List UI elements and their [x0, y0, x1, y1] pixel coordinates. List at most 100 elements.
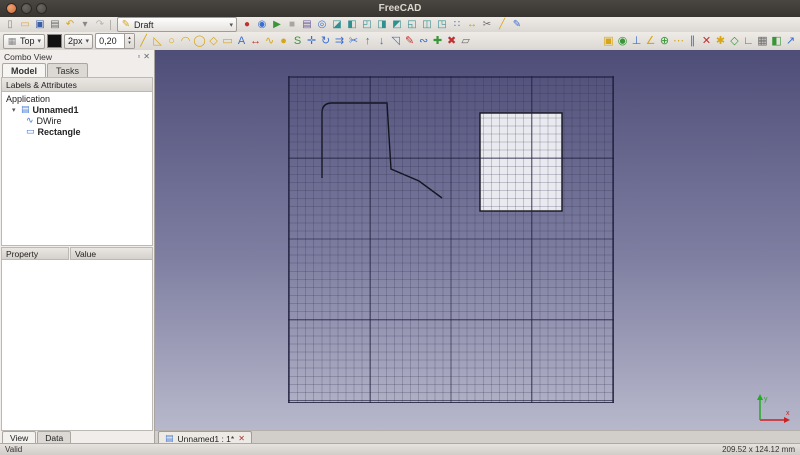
draft-delete-point-icon[interactable]: ✖ [445, 34, 458, 49]
draft-scale-icon[interactable]: ◹ [389, 34, 402, 49]
workbench-selector-label: Draft [134, 20, 226, 30]
draft-circle-icon[interactable]: ○ [165, 34, 178, 49]
property-column-header[interactable]: Property [1, 247, 69, 260]
draft-text-icon[interactable]: A [235, 34, 248, 49]
rectangle-shape[interactable] [480, 113, 562, 211]
window-minimize-button[interactable] [21, 3, 32, 14]
x-axis-arrowhead [784, 417, 790, 423]
tab-model[interactable]: Model [2, 63, 46, 77]
snap-grid-icon[interactable]: ▦ [756, 34, 769, 49]
draft-edit-icon[interactable]: ✎ [403, 34, 416, 49]
snap-near-icon[interactable]: ◇ [728, 34, 741, 49]
tab-tasks[interactable]: Tasks [47, 63, 88, 77]
draft-shapestring-icon[interactable]: S [291, 34, 304, 49]
open-folder-icon[interactable]: ▭ [18, 18, 32, 31]
property-table-body[interactable] [1, 260, 153, 431]
measure-distance-icon[interactable]: ↔ [465, 18, 479, 31]
draft-dimension-icon[interactable]: ↔ [249, 34, 262, 49]
chevron-down-icon: ▾ [229, 21, 233, 29]
print-icon[interactable]: ▤ [48, 18, 62, 31]
view-top-icon[interactable]: ◰ [360, 18, 374, 31]
snap-angle-icon[interactable]: ∠ [644, 34, 657, 49]
workbench-selector[interactable]: ✎ Draft ▾ [117, 17, 237, 32]
save-icon[interactable]: ▣ [33, 18, 47, 31]
scale-spinner[interactable]: 0,20 ▴ ▾ [95, 33, 135, 49]
draft-upgrade-icon[interactable]: ↑ [361, 34, 374, 49]
snap-intersection-icon[interactable]: ✕ [700, 34, 713, 49]
snap-midpoint-icon[interactable]: ◉ [616, 34, 629, 49]
view-rear-icon[interactable]: ◩ [390, 18, 404, 31]
wire-icon: ∿ [26, 115, 34, 126]
draft-downgrade-icon[interactable]: ↓ [375, 34, 388, 49]
view-left-icon[interactable]: ◫ [420, 18, 434, 31]
spin-down-icon[interactable]: ▾ [125, 41, 134, 46]
draft-tool-icon[interactable]: ╱ [495, 18, 509, 31]
working-plane-selector[interactable]: ▦ Top ▾ [3, 34, 45, 49]
draft-ellipse-icon[interactable]: ◯ [193, 34, 206, 49]
view-fit-all-icon[interactable]: ◎ [315, 18, 329, 31]
snap-parallel-icon[interactable]: ∥ [686, 34, 699, 49]
expander-icon[interactable]: ▾ [12, 106, 18, 114]
tree-item-application[interactable]: Application [2, 93, 152, 104]
tree-item-dwire[interactable]: ∿ DWire [2, 115, 152, 126]
stop-macro-icon[interactable]: ■ [285, 18, 299, 31]
combo-view-header: Combo View ▫ ✕ [0, 50, 154, 63]
line-width-selector[interactable]: 2px ▾ [64, 34, 93, 49]
window-close-button[interactable] [6, 3, 17, 14]
draft-arc-icon[interactable]: ◠ [179, 34, 192, 49]
snap-dimensions-icon[interactable]: ↗ [784, 34, 797, 49]
close-panel-icon[interactable]: ✕ [143, 52, 150, 61]
view-right-icon[interactable]: ◨ [375, 18, 389, 31]
y-axis-label: y [764, 396, 768, 403]
tree-item-document[interactable]: ▾ ▤ Unnamed1 [2, 104, 152, 115]
snap-lock-icon[interactable]: ▣ [602, 34, 615, 49]
draft-polygon-icon[interactable]: ◇ [207, 34, 220, 49]
view-bottom-icon[interactable]: ◱ [405, 18, 419, 31]
draft-line-icon[interactable]: ╱ [137, 34, 150, 49]
view-front-icon[interactable]: ◧ [345, 18, 359, 31]
draft-offset-icon[interactable]: ⇉ [333, 34, 346, 49]
draft-wire-icon[interactable]: ◺ [151, 34, 164, 49]
view-axonometric-icon[interactable]: ◳ [435, 18, 449, 31]
tree-column-header: Labels & Attributes [1, 77, 153, 92]
draft-rotate-icon[interactable]: ↻ [319, 34, 332, 49]
draft-bspline-icon[interactable]: ∿ [263, 34, 276, 49]
draft-shape-2d-view-icon[interactable]: ▱ [459, 34, 472, 49]
dwire-shape[interactable] [322, 103, 442, 198]
float-panel-icon[interactable]: ▫ [137, 52, 140, 61]
undo-expand-icon[interactable]: ▾ [78, 18, 92, 31]
redo-icon[interactable]: ↷ [93, 18, 107, 31]
draft-rectangle-icon[interactable]: ▭ [221, 34, 234, 49]
snap-perpendicular-icon[interactable]: ⊥ [630, 34, 643, 49]
snap-working-plane-icon[interactable]: ◧ [770, 34, 783, 49]
python-console-icon[interactable]: ▤ [300, 18, 314, 31]
3d-viewport[interactable]: x y [155, 50, 800, 430]
execute-macro-icon[interactable]: ▶ [270, 18, 284, 31]
dimensions-readout: 209.52 x 124.12 mm [722, 445, 795, 454]
draft-add-point-icon[interactable]: ✚ [431, 34, 444, 49]
undo-icon[interactable]: ↶ [63, 18, 77, 31]
close-tab-icon[interactable]: ✕ [238, 434, 245, 443]
file-icons-group: ▯▭▣▤↶▾↷ [3, 18, 107, 31]
line-color-swatch[interactable] [47, 34, 62, 48]
value-column-header[interactable]: Value [70, 247, 153, 260]
new-document-icon[interactable]: ▯ [3, 18, 17, 31]
texture-view-icon[interactable]: ∷ [450, 18, 464, 31]
draft-move-icon[interactable]: ✛ [305, 34, 318, 49]
draft-point-icon[interactable]: ● [277, 34, 290, 49]
snap-special-icon[interactable]: ✱ [714, 34, 727, 49]
open-website-icon[interactable]: ◉ [255, 18, 269, 31]
macro-record-icon[interactable]: ● [240, 18, 254, 31]
edit-pen-icon[interactable]: ✎ [510, 18, 524, 31]
window-maximize-button[interactable] [36, 3, 47, 14]
spinner-buttons: ▴ ▾ [124, 34, 134, 48]
snap-ortho-icon[interactable]: ∟ [742, 34, 755, 49]
snap-extension-icon[interactable]: ⋯ [672, 34, 685, 49]
snap-center-icon[interactable]: ⊕ [658, 34, 671, 49]
draft-wire-to-bspline-icon[interactable]: ∾ [417, 34, 430, 49]
clip-plane-icon[interactable]: ✂ [480, 18, 494, 31]
status-message: Valid [5, 445, 22, 454]
draft-trimex-icon[interactable]: ✂ [347, 34, 360, 49]
view-isometric-icon[interactable]: ◪ [330, 18, 344, 31]
tree-item-rectangle[interactable]: ▭ Rectangle [2, 126, 152, 137]
